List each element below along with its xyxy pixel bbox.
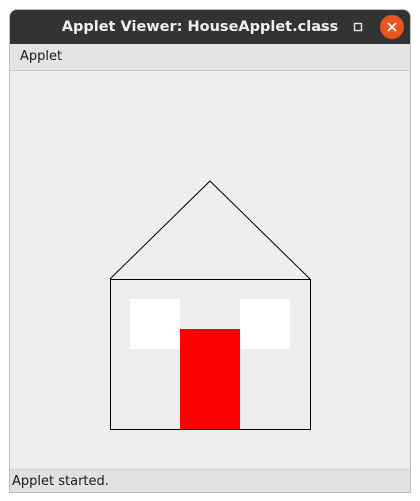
maximize-button[interactable] xyxy=(346,15,370,39)
house-roof xyxy=(109,180,311,280)
menu-applet[interactable]: Applet xyxy=(14,46,68,68)
menu-bar: Applet xyxy=(10,44,410,71)
house-window-left xyxy=(130,299,180,349)
close-button[interactable] xyxy=(380,15,404,39)
title-bar[interactable]: Applet Viewer: HouseApplet.class xyxy=(10,10,410,44)
minimize-button[interactable] xyxy=(312,15,336,39)
maximize-icon xyxy=(353,22,363,32)
house-door xyxy=(180,329,240,429)
house-window-right xyxy=(240,299,290,349)
applet-canvas xyxy=(10,71,410,469)
minimize-icon xyxy=(320,28,328,31)
applet-viewer-window: Applet Viewer: HouseApplet.class Applet xyxy=(10,10,410,492)
status-text: Applet started. xyxy=(12,474,109,489)
status-bar: Applet started. xyxy=(10,469,410,492)
close-icon xyxy=(387,22,397,32)
house-drawing xyxy=(109,180,311,430)
